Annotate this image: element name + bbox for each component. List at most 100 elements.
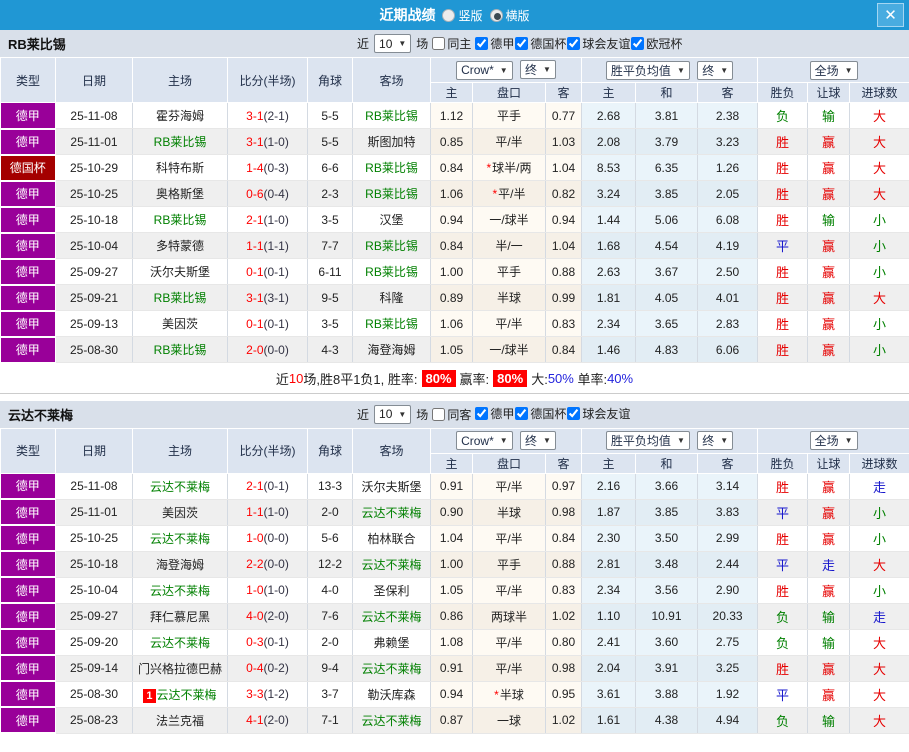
summary-segment: 近: [275, 371, 289, 387]
odds-value: 1.05: [439, 583, 464, 597]
corner-cell: 4-3: [307, 336, 353, 363]
result-cell: 平: [757, 681, 809, 708]
date-cell: 25-08-30: [55, 681, 133, 708]
avg-away-cell: 3.23: [697, 128, 759, 155]
same-venue-checkbox[interactable]: [432, 407, 446, 421]
handicap-result-cell: 赢: [807, 154, 851, 181]
odds-home-cell: 0.87: [430, 707, 473, 734]
col-avg-draw: 和: [635, 452, 699, 474]
same-venue-label: 同客: [447, 407, 472, 422]
layout-horizontal-option[interactable]: 横版: [489, 7, 530, 24]
avg-final-value: 终: [702, 434, 715, 448]
layout-vertical-option[interactable]: 竖版: [442, 7, 483, 24]
match-row: 德甲 25-08-23 法兰克福 4-1(2-0) 7-1 云达不莱梅 0.87 一球 1.02…: [0, 707, 909, 734]
odds-company-select[interactable]: Crow* ▼: [456, 60, 513, 80]
league-filter: 球会友谊: [566, 35, 630, 52]
match-row: 德甲 25-09-21 RB莱比锡 3-1(3-1) 9-5 科隆 0.89 半球 0.99 1.…: [0, 284, 909, 312]
odds-value: 一/球半: [489, 213, 529, 227]
odds-home-cell: 1.06: [430, 310, 473, 337]
radio-checked-icon[interactable]: [489, 8, 503, 22]
odds-home-cell: 0.84: [430, 154, 473, 181]
league-checkbox[interactable]: [475, 36, 489, 50]
corner-cell: 2-0: [307, 629, 353, 656]
handicap-result-cell: 输: [807, 629, 851, 656]
date-cell: 25-09-20: [55, 629, 133, 656]
away-team-name: 弗赖堡: [373, 635, 410, 650]
col-avg-home: 主: [581, 82, 637, 103]
odds-final-select[interactable]: 终 ▼: [520, 430, 556, 450]
fullmatch-select[interactable]: 全场 ▼: [809, 60, 858, 80]
fullmatch-group-header: 全场 ▼: [757, 57, 909, 83]
half-score: (0-1): [263, 316, 289, 331]
odds-company-value: Crow*: [461, 433, 494, 448]
avg-draw-cell: 3.67: [635, 258, 699, 285]
odds-company-select[interactable]: Crow* ▼: [456, 431, 513, 451]
full-score: 1-1: [246, 505, 264, 519]
result-cell: 胜: [757, 525, 809, 552]
avg-home-cell: 2.34: [581, 577, 637, 604]
full-score: 4-1: [246, 713, 264, 727]
league-cell: 德甲: [0, 525, 56, 552]
half-score: (0-1): [263, 479, 289, 493]
fullmatch-select[interactable]: 全场 ▼: [809, 431, 858, 450]
avg-select[interactable]: 胜平负均值 ▼: [605, 431, 690, 450]
league-cell: 德甲: [0, 102, 56, 130]
league-checkbox[interactable]: [631, 36, 645, 50]
avg-draw-cell: 4.05: [635, 284, 699, 311]
match-row: 德甲 25-11-01 RB莱比锡 3-1(1-0) 5-5 斯图加特 0.85 平/半 1.0…: [0, 128, 909, 156]
away-team-name: 圣保利: [373, 583, 410, 598]
home-team-cell: 奥格斯堡: [132, 180, 228, 207]
away-team-cell: 柏林联合: [352, 525, 431, 552]
close-button[interactable]: ✕: [877, 3, 904, 27]
score-cell: 1-0(0-0): [227, 525, 308, 552]
avg-final-select[interactable]: 终 ▼: [697, 60, 734, 80]
avg-draw-cell: 4.38: [635, 707, 699, 734]
odds-final-select[interactable]: 终 ▼: [520, 60, 556, 80]
full-score: 0-3: [246, 635, 264, 649]
match-row: 德甲 25-10-25 云达不莱梅 1-0(0-0) 5-6 柏林联合 1.04 平/半 0.8…: [0, 525, 909, 552]
odds-away-cell: 1.02: [545, 603, 583, 630]
corner-cell: 9-4: [307, 655, 353, 682]
odds-away-cell: 0.99: [545, 284, 583, 311]
away-team-cell: RB莱比锡: [352, 154, 431, 181]
corner-cell: 6-6: [307, 154, 353, 181]
goals-result-cell: 小: [849, 499, 909, 526]
team-name: 云达不莱梅: [8, 407, 74, 423]
home-team-cell: 美因茨: [132, 499, 228, 526]
odds-value: 0.84: [551, 531, 576, 545]
home-team-cell: 海登海姆: [132, 551, 228, 578]
result-cell: 胜: [757, 577, 809, 604]
avg-select[interactable]: 胜平负均值 ▼: [605, 60, 690, 80]
avg-final-select[interactable]: 终 ▼: [697, 431, 734, 450]
match-count-select[interactable]: 10 ▼: [374, 404, 412, 424]
home-team-name: 沃尔夫斯堡: [149, 265, 210, 279]
avg-draw-cell: 10.91: [635, 603, 699, 630]
col-avg-away: 客: [697, 452, 759, 474]
half-score: (1-0): [263, 134, 289, 149]
handicap-result-cell: 输: [807, 603, 851, 630]
league-checkbox[interactable]: [567, 36, 581, 50]
radio-unchecked-icon[interactable]: [442, 8, 456, 22]
handicap-star-icon: *: [486, 161, 492, 175]
odds-value: 0.82: [551, 186, 576, 201]
date-cell: 25-09-14: [55, 655, 133, 682]
match-count-select[interactable]: 10 ▼: [374, 34, 412, 53]
league-checkbox[interactable]: [475, 407, 489, 420]
match-row: 德甲 25-10-18 RB莱比锡 2-1(1-0) 3-5 汉堡 0.94 一/球半 0.94…: [0, 206, 909, 234]
handicap-result-cell: 赢: [807, 499, 851, 526]
half-score: (0-0): [263, 557, 289, 571]
chevron-down-icon: ▼: [543, 435, 551, 445]
col-type: 类型: [0, 57, 56, 103]
filter-bar: 近 10 ▼ 场 同客 德甲 德国杯 球会友谊: [357, 404, 630, 424]
team-name: RB莱比锡: [8, 37, 66, 52]
half-score: (1-0): [263, 212, 289, 227]
odds-value: 0.98: [551, 661, 576, 675]
same-venue-checkbox[interactable]: [432, 37, 446, 50]
league-checkbox[interactable]: [515, 407, 529, 420]
handicap-cell: *半球: [472, 681, 546, 708]
league-checkbox[interactable]: [567, 407, 581, 420]
odds-away-cell: 0.84: [545, 525, 583, 552]
league-checkbox[interactable]: [515, 36, 529, 50]
away-team-cell: 云达不莱梅: [352, 655, 431, 682]
team-section-rb-leipzig: RB莱比锡 近 10 ▼ 场 同主 德甲 德国杯 球会友谊 欧冠杯 类型 日期 …: [0, 30, 909, 394]
